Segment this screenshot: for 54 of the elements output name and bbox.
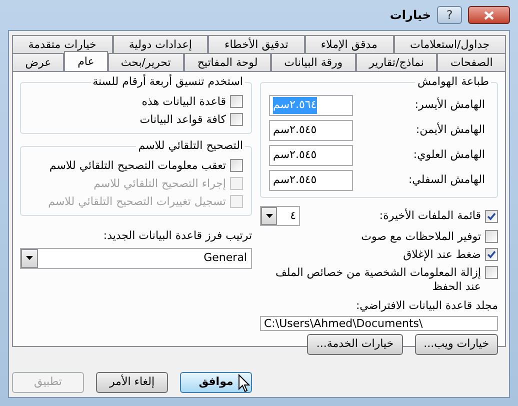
dropdown-arrow-icon	[266, 214, 272, 218]
checkbox[interactable]	[485, 248, 498, 261]
field-label: ترتيب فرز قاعدة البيانات الجديد:	[102, 228, 252, 244]
tab[interactable]: عام	[64, 51, 108, 71]
checkbox[interactable]	[230, 159, 243, 172]
checkbox-label: إزالة المعلومات الشخصية من خصائص الملف عند الحفظ	[274, 266, 481, 294]
checkbox-label: إجراء التصحيح التلقائي للاسم	[94, 177, 226, 191]
tab[interactable]: ورقة البيانات	[270, 53, 356, 71]
field-label: الهامش الأيمن:	[416, 122, 485, 138]
checkbox[interactable]	[485, 266, 498, 279]
dialog-button[interactable]: خيارات ويب...	[414, 334, 498, 355]
checkbox-label: قائمة الملفات الأخيرة:	[379, 208, 481, 224]
count-dropdown[interactable]: ٤	[260, 206, 300, 226]
tab[interactable]: الصفحات	[437, 53, 506, 71]
tab[interactable]: لوحة المفاتيح	[184, 53, 271, 71]
mouse-pointer-icon	[238, 374, 250, 393]
help-button[interactable]: ?	[437, 6, 462, 24]
group-title: التصحيح التلقائي للاسم	[136, 139, 245, 153]
group-title: طباعة الهوامش	[415, 75, 491, 89]
checkbox-label: توفير الملاحظات مع صوت	[361, 230, 481, 244]
tab[interactable]: تدقيق الأخطاء	[208, 35, 305, 53]
window-title: خيارات	[390, 7, 431, 24]
checkbox-label: كافة قواعد البيانات	[140, 113, 226, 127]
tab[interactable]: إعدادات دولية	[112, 35, 208, 53]
field-label: الهامش العلوي:	[413, 147, 485, 164]
checkbox-label: قاعدة البيانات هذه	[142, 95, 226, 109]
margin-field[interactable]: ٢.٥٤٥سم	[269, 145, 353, 166]
checkbox[interactable]	[485, 230, 498, 243]
close-icon	[484, 10, 494, 20]
sort-order-dropdown[interactable]: General	[20, 248, 252, 268]
field-label: الهامش الأيسر:	[414, 97, 485, 114]
dialog-button[interactable]: موافق	[180, 372, 252, 393]
tab[interactable]: خيارات متقدمة	[12, 35, 113, 53]
tab[interactable]: نماذج/تقارير	[356, 53, 438, 71]
folder-field[interactable]: C:\Users\Ahmed\Documents\	[260, 316, 498, 331]
close-button[interactable]	[468, 6, 510, 24]
dropdown-arrow-icon	[26, 256, 33, 260]
checkbox-label: ضغط عند الإغلاق	[403, 248, 481, 262]
tab[interactable]: جداول/استعلامات	[394, 35, 506, 53]
field-label: مجلد قاعدة البيانات الافتراضي:	[354, 299, 498, 313]
checkbox[interactable]	[230, 113, 243, 126]
tab[interactable]: عرض	[12, 53, 64, 71]
checkbox[interactable]	[485, 210, 498, 222]
checkbox[interactable]	[230, 95, 243, 108]
checkbox-label: تسجيل تغييرات التصحيح التلقائي للاسم	[48, 195, 226, 209]
margin-field[interactable]: ٢.٥٤٥سم	[269, 170, 353, 191]
dialog-button[interactable]: خيارات الخدمة...	[307, 334, 403, 355]
tab[interactable]: تحرير/بحث	[108, 53, 184, 71]
group-title: استخدم تنسيق أربعة أرقام للسنة	[90, 75, 245, 89]
dialog-button[interactable]: إلغاء الأمر	[96, 372, 168, 393]
tab[interactable]: مدقق الإملاء	[304, 35, 394, 53]
checkbox-label: تعقب معلومات التصحيح التلقائي للاسم	[49, 159, 226, 173]
margin-field[interactable]: ٢.٥٤٥سم	[269, 120, 353, 141]
field-label: الهامش السفلي:	[408, 172, 485, 188]
